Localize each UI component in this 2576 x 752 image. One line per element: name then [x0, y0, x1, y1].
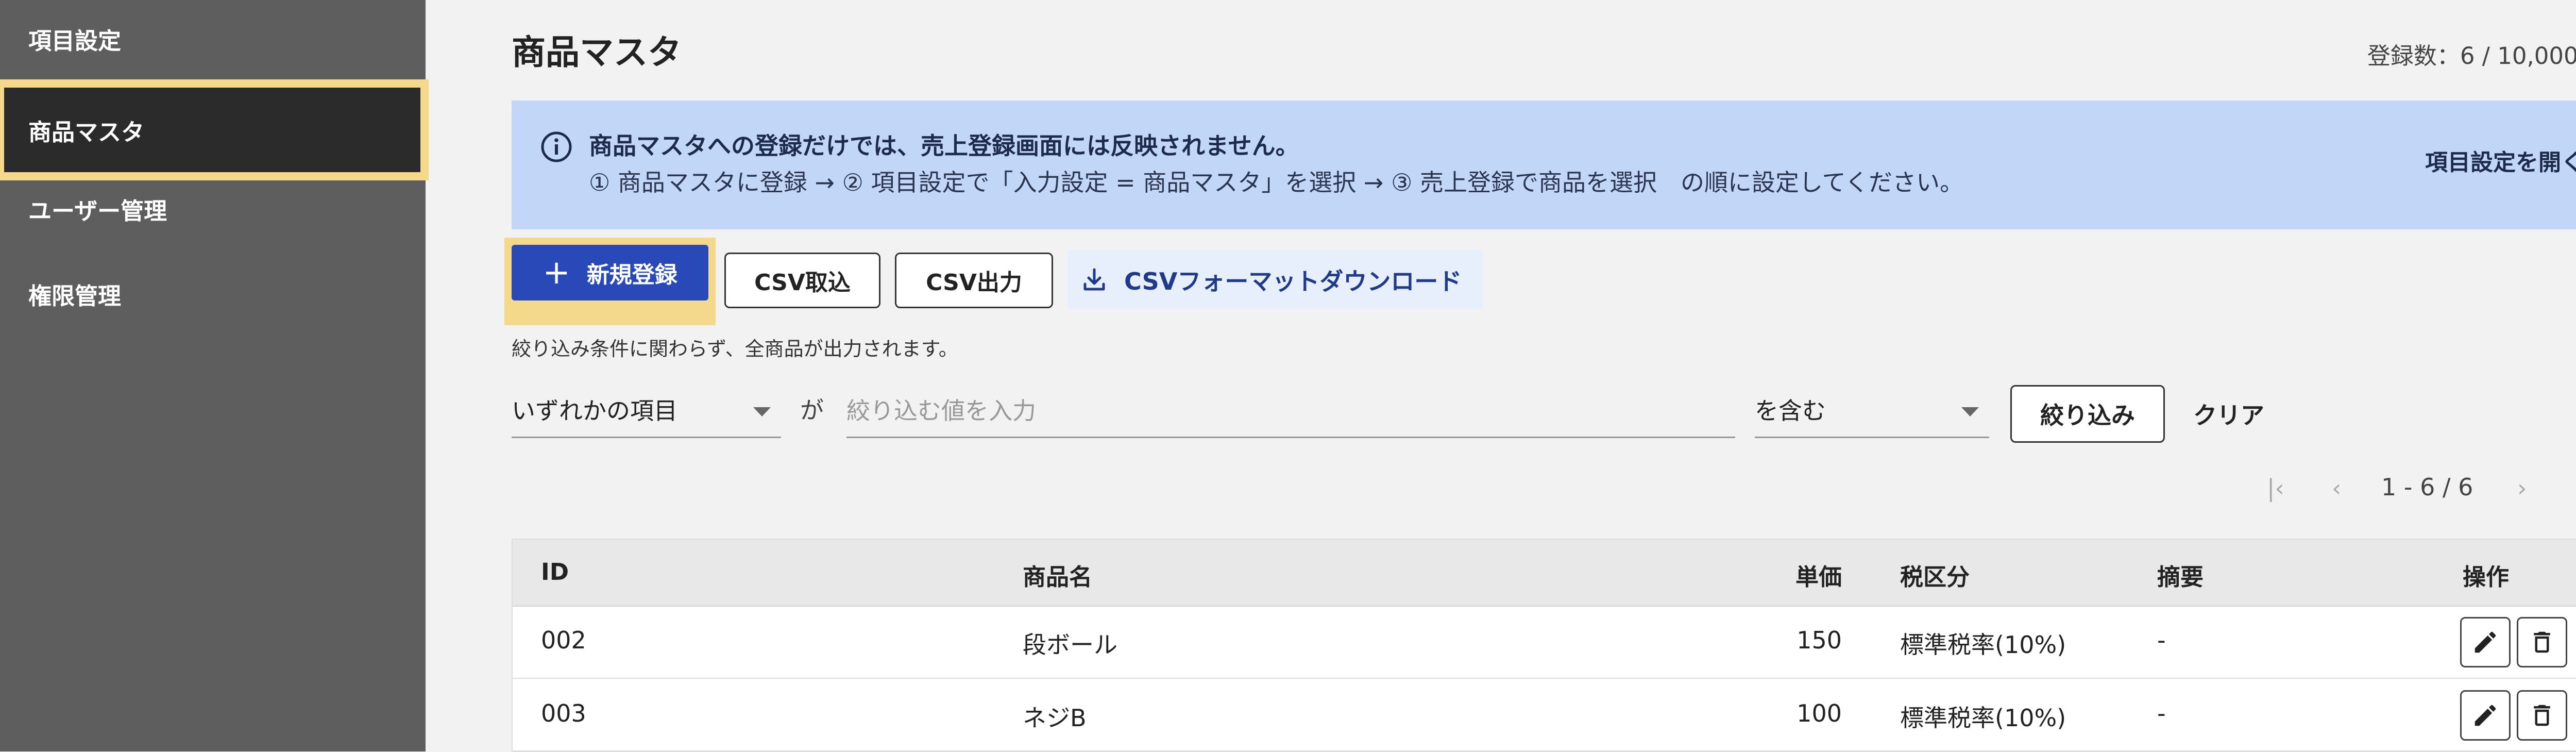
- sidebar-item-label: 権限管理: [28, 282, 122, 310]
- field-select-value: いずれかの項目: [512, 396, 677, 425]
- plus-icon: +: [543, 254, 570, 292]
- sidebar-item-field-settings[interactable]: 項目設定: [0, 0, 426, 77]
- field-select[interactable]: いずれかの項目: [512, 381, 781, 438]
- edit-button[interactable]: [2460, 617, 2511, 667]
- chevron-down-icon: [1961, 407, 1979, 416]
- cell-name: 段ボール: [1023, 631, 1117, 659]
- page-title: 商品マスタ: [512, 32, 682, 72]
- edit-button[interactable]: [2460, 690, 2511, 741]
- banner-title: 商品マスタへの登録だけでは、売上登録画面には反映されません。: [589, 132, 1299, 160]
- csv-import-button[interactable]: CSV取込: [724, 253, 880, 308]
- cell-summary: -: [2157, 699, 2166, 727]
- condition-select[interactable]: を含む: [1755, 381, 1989, 438]
- registration-count: 登録数：6 / 10,000 件: [2367, 42, 2576, 70]
- sidebar-item-label: 項目設定: [28, 27, 122, 55]
- cell-price: 150: [1797, 626, 1842, 654]
- prev-page-icon[interactable]: ‹: [2332, 474, 2341, 502]
- delete-button[interactable]: [2517, 617, 2567, 667]
- filter-apply-button[interactable]: 絞り込み: [2010, 385, 2165, 443]
- filter-connector: が: [800, 396, 824, 424]
- filter-value-input[interactable]: 絞り込む値を入力: [846, 381, 1735, 438]
- main-content: 商品マスタ 登録数：6 / 10,000 件 商品マスタへの登録だけでは、売上登…: [426, 0, 2576, 752]
- product-table: ID 商品名 単価 税区分 摘要 操作 002 段ボール 150 標準税率(10…: [512, 539, 2576, 752]
- column-header-tax: 税区分: [1900, 563, 1970, 591]
- page-range: 1 - 6 / 6: [2381, 473, 2473, 501]
- filter-value-placeholder: 絞り込む値を入力: [846, 396, 1036, 425]
- table-header: ID 商品名 単価 税区分 摘要 操作: [513, 540, 2576, 607]
- download-icon: [1083, 268, 1105, 290]
- pencil-icon: [2475, 631, 2496, 653]
- condition-select-value: を含む: [1755, 396, 1826, 425]
- sidebar-item-user-management[interactable]: ユーザー管理: [0, 170, 426, 247]
- cell-tax: 標準税率(10%): [1900, 631, 2066, 659]
- column-header-name: 商品名: [1023, 563, 1093, 591]
- sidebar-item-label: ユーザー管理: [28, 197, 167, 225]
- next-page-icon[interactable]: ›: [2517, 474, 2527, 502]
- open-field-settings-link[interactable]: 項目設定を開く: [2425, 144, 2576, 177]
- table-row: 003 ネジB 100 標準税率(10%) -: [513, 679, 2576, 752]
- cell-name: ネジB: [1023, 704, 1087, 732]
- column-header-summary: 摘要: [2157, 563, 2204, 591]
- cell-summary: -: [2157, 626, 2166, 654]
- column-header-id: ID: [541, 558, 569, 586]
- cell-id: 003: [541, 699, 586, 727]
- new-button-highlight: + 新規登録: [504, 238, 716, 325]
- cell-id: 002: [541, 626, 586, 654]
- delete-button[interactable]: [2517, 690, 2567, 741]
- cell-price: 100: [1797, 699, 1842, 727]
- csv-format-download-button[interactable]: CSVフォーマットダウンロード: [1067, 250, 1483, 309]
- column-header-actions: 操作: [2463, 563, 2510, 591]
- trash-icon: [2534, 631, 2550, 653]
- info-icon: [541, 131, 572, 162]
- trash-icon: [2534, 705, 2550, 726]
- first-page-icon[interactable]: |‹: [2267, 474, 2284, 502]
- column-header-price: 単価: [1795, 563, 1842, 591]
- new-registration-button[interactable]: + 新規登録: [512, 245, 708, 300]
- csv-export-button[interactable]: CSV出力: [895, 253, 1053, 308]
- table-row: 002 段ボール 150 標準税率(10%) -: [513, 606, 2576, 679]
- sidebar: 項目設定 商品マスタ ユーザー管理 権限管理: [0, 0, 429, 751]
- banner-steps: ① 商品マスタに登録 → ② 項目設定で「入力設定 = 商品マスタ」を選択 → …: [589, 169, 1964, 196]
- info-banner: 商品マスタへの登録だけでは、売上登録画面には反映されません。 ① 商品マスタに登…: [512, 101, 2576, 229]
- sidebar-item-product-master[interactable]: 商品マスタ: [0, 79, 429, 180]
- filter-clear-button[interactable]: クリア: [2177, 385, 2280, 443]
- export-note: 絞り込み条件に関わらず、全商品が出力されます。: [512, 338, 958, 360]
- cell-tax: 標準税率(10%): [1900, 704, 2066, 732]
- sidebar-item-permission-management[interactable]: 権限管理: [0, 255, 426, 332]
- sidebar-item-label: 商品マスタ: [28, 118, 145, 146]
- csv-format-download-label: CSVフォーマットダウンロード: [1124, 267, 1462, 295]
- chevron-down-icon: [753, 407, 771, 416]
- pencil-icon: [2475, 705, 2496, 726]
- new-registration-label: 新規登録: [586, 262, 677, 288]
